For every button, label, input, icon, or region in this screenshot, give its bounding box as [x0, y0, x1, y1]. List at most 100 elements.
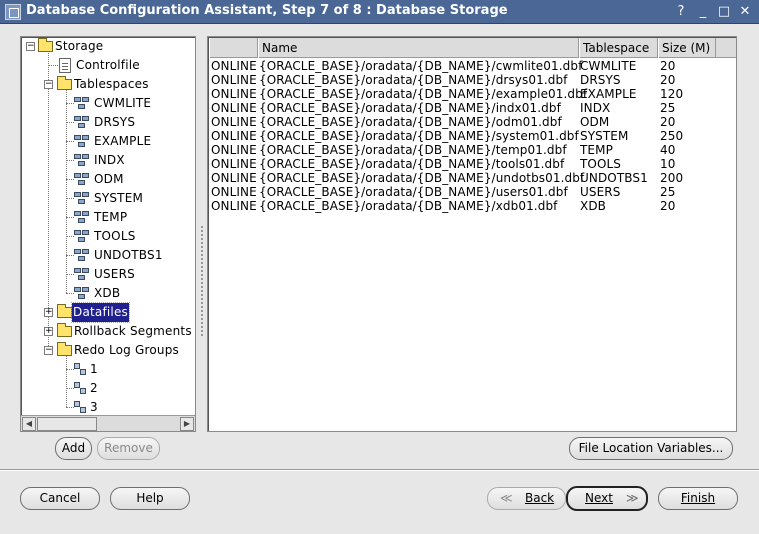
tree-node-label: SYSTEM [94, 191, 144, 205]
datafiles-table[interactable]: Name Tablespace Size (M) ONLINE {ORACLE_B… [207, 36, 737, 432]
table-row[interactable]: ONLINE {ORACLE_BASE}/oradata/{DB_NAME}/dr… [209, 73, 736, 87]
tree-node-controlfile[interactable]: Controlfile [21, 56, 195, 75]
table-row[interactable]: ONLINE {ORACLE_BASE}/oradata/{DB_NAME}/ex… [209, 87, 736, 101]
tree-node-tablespace-odm[interactable]: ODM [21, 170, 195, 189]
remove-button[interactable]: Remove [97, 437, 160, 460]
collapse-icon[interactable]: − [44, 346, 53, 355]
table-row[interactable]: ONLINE {ORACLE_BASE}/oradata/{DB_NAME}/xd… [209, 199, 736, 213]
collapse-icon[interactable]: − [44, 80, 53, 89]
cell-tablespace: SYSTEM [580, 129, 629, 143]
table-row[interactable]: ONLINE {ORACLE_BASE}/oradata/{DB_NAME}/sy… [209, 129, 736, 143]
tree-node-tablespace-cwmlite[interactable]: CWMLITE [21, 94, 195, 113]
column-header-tablespace[interactable]: Tablespace [579, 38, 658, 58]
file-location-variables-button[interactable]: File Location Variables... [569, 437, 733, 460]
folder-icon [38, 38, 53, 52]
controlfile-icon [59, 58, 71, 73]
cell-name: {ORACLE_BASE}/oradata/{DB_NAME}/cwmlite0… [259, 59, 583, 73]
tree-node-redo-log-groups[interactable]: − Redo Log Groups [21, 341, 195, 360]
table-row[interactable]: ONLINE {ORACLE_BASE}/oradata/{DB_NAME}/us… [209, 185, 736, 199]
cell-status: ONLINE [211, 115, 257, 129]
scroll-right-arrow-icon[interactable]: ▶ [180, 417, 194, 431]
cell-tablespace: INDX [580, 101, 611, 115]
cell-name: {ORACLE_BASE}/oradata/{DB_NAME}/drsys01.… [259, 73, 568, 87]
tablespace-icon [74, 249, 91, 263]
close-button[interactable]: ✕ [736, 3, 754, 20]
minimize-button[interactable]: _ [694, 3, 712, 20]
collapse-icon[interactable]: − [26, 42, 35, 51]
window-menu-icon[interactable] [5, 4, 21, 20]
cell-size: 200 [660, 171, 684, 185]
storage-tree[interactable]: − Storage Controlfile − Tablespaces CWMLITE DR… [20, 36, 196, 432]
tablespace-icon [74, 173, 91, 187]
column-header-status[interactable] [209, 38, 258, 58]
redo-log-icon [74, 363, 88, 377]
tablespace-icon [74, 230, 91, 244]
cell-tablespace: CWMLITE [580, 59, 637, 73]
cell-tablespace: TOOLS [580, 157, 622, 171]
table-row[interactable]: ONLINE {ORACLE_BASE}/oradata/{DB_NAME}/cw… [209, 59, 736, 73]
tree-node-label: 1 [90, 362, 98, 376]
window-title: Database Configuration Assistant, Step 7… [26, 3, 508, 18]
table-row[interactable]: ONLINE {ORACLE_BASE}/oradata/{DB_NAME}/te… [209, 143, 736, 157]
tree-node-tablespace-users[interactable]: USERS [21, 265, 195, 284]
tree-node-tablespace-temp[interactable]: TEMP [21, 208, 195, 227]
expand-icon[interactable]: + [44, 308, 53, 317]
cell-name: {ORACLE_BASE}/oradata/{DB_NAME}/users01.… [259, 185, 568, 199]
cell-size: 25 [660, 185, 676, 199]
cell-size: 250 [660, 129, 684, 143]
cell-status: ONLINE [211, 73, 257, 87]
table-row[interactable]: ONLINE {ORACLE_BASE}/oradata/{DB_NAME}/un… [209, 171, 736, 185]
help-context-button[interactable]: ? [672, 3, 690, 20]
maximize-button[interactable]: □ [715, 3, 733, 20]
folder-icon [57, 76, 72, 90]
tree-node-tablespace-indx[interactable]: INDX [21, 151, 195, 170]
tree-node-redo-group-2[interactable]: 2 [21, 379, 195, 398]
table-row[interactable]: ONLINE {ORACLE_BASE}/oradata/{DB_NAME}/in… [209, 101, 736, 115]
table-header: Name Tablespace Size (M) [209, 38, 736, 58]
add-button[interactable]: Add [55, 437, 92, 460]
tree-node-label: EXAMPLE [94, 134, 152, 148]
help-button[interactable]: Help [110, 487, 190, 510]
finish-button[interactable]: Finish [658, 487, 738, 510]
tablespace-icon [74, 211, 91, 225]
tree-node-label: Redo Log Groups [74, 343, 179, 357]
tree-node-redo-group-1[interactable]: 1 [21, 360, 195, 379]
tree-node-tablespace-example[interactable]: EXAMPLE [21, 132, 195, 151]
tree-node-tablespace-xdb[interactable]: XDB [21, 284, 195, 303]
tablespace-icon [74, 97, 91, 111]
tree-node-tablespace-system[interactable]: SYSTEM [21, 189, 195, 208]
tree-node-datafiles[interactable]: + Datafiles [21, 302, 195, 323]
tree-horizontal-scrollbar[interactable]: ◀ ▶ [21, 415, 195, 431]
next-button-label: Next [585, 491, 613, 505]
tree-node-label: Storage [55, 39, 104, 53]
tablespace-icon [74, 192, 91, 206]
pane-splitter[interactable] [199, 36, 205, 432]
tree-node-tablespace-tools[interactable]: TOOLS [21, 227, 195, 246]
table-row[interactable]: ONLINE {ORACLE_BASE}/oradata/{DB_NAME}/to… [209, 157, 736, 171]
tree-node-label: UNDOTBS1 [94, 248, 163, 262]
tablespace-icon [74, 287, 91, 301]
back-button[interactable]: ≪ Back [487, 487, 566, 510]
tree-node-rollback-segments[interactable]: + Rollback Segments [21, 322, 195, 341]
tablespace-icon [74, 116, 91, 130]
cell-status: ONLINE [211, 185, 257, 199]
cell-size: 20 [660, 115, 676, 129]
tree-node-tablespace-drsys[interactable]: DRSYS [21, 113, 195, 132]
cancel-button[interactable]: Cancel [20, 487, 100, 510]
next-button[interactable]: Next ≫ [566, 486, 648, 511]
column-header-name[interactable]: Name [258, 38, 579, 58]
scroll-thumb[interactable] [37, 417, 97, 431]
cell-status: ONLINE [211, 157, 257, 171]
tree-node-tablespace-undotbs1[interactable]: UNDOTBS1 [21, 246, 195, 265]
scroll-left-arrow-icon[interactable]: ◀ [22, 417, 36, 431]
table-row[interactable]: ONLINE {ORACLE_BASE}/oradata/{DB_NAME}/od… [209, 115, 736, 129]
expand-icon[interactable]: + [44, 327, 53, 336]
tree-node-label: 2 [90, 381, 98, 395]
cell-tablespace: ODM [580, 115, 610, 129]
cell-tablespace: TEMP [580, 143, 613, 157]
cell-name: {ORACLE_BASE}/oradata/{DB_NAME}/system01… [259, 129, 579, 143]
tree-node-storage[interactable]: − Storage [21, 37, 195, 56]
tree-node-tablespaces[interactable]: − Tablespaces [21, 75, 195, 94]
column-header-size[interactable]: Size (M) [658, 38, 716, 58]
back-button-label: Back [525, 491, 555, 505]
